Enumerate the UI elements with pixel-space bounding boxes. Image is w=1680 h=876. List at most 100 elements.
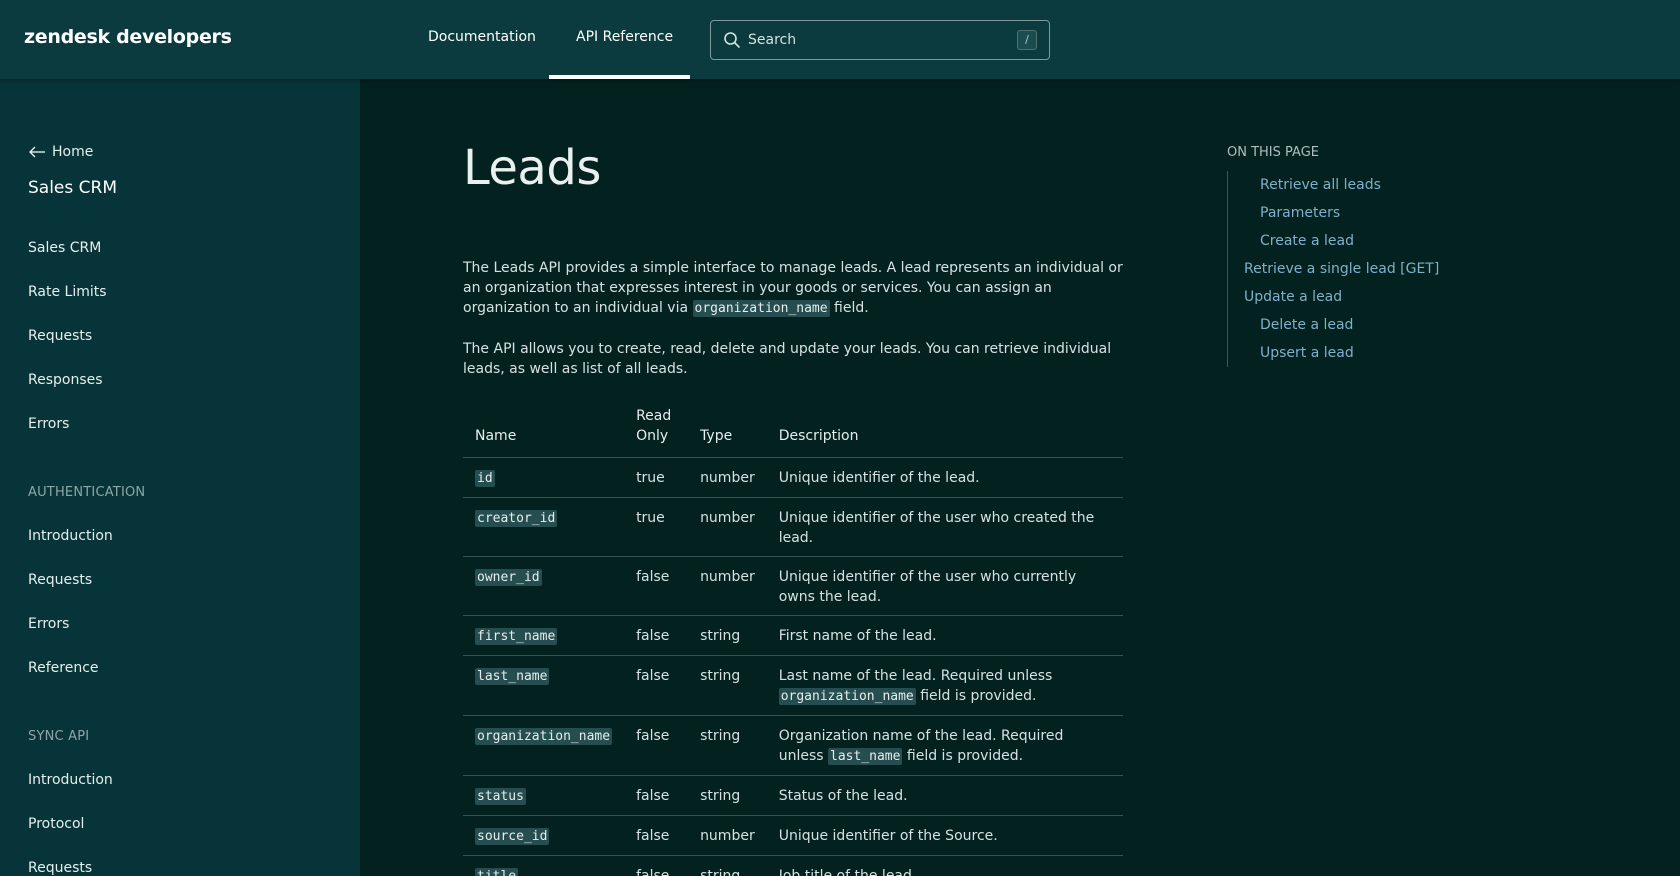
field-name: last_name	[475, 668, 550, 685]
page-title: Leads	[463, 140, 601, 196]
type-cell: string	[688, 855, 767, 876]
field-name-cell: creator_id	[463, 497, 625, 557]
description-cell: Organization name of the lead. Required …	[766, 715, 1123, 776]
inline-code: organization_name	[692, 300, 830, 317]
read-only-cell: false	[624, 655, 689, 716]
intro-paragraph-2: The API allows you to create, read, dele…	[463, 341, 1112, 377]
description-cell: Unique identifier of the lead.	[766, 457, 1123, 498]
type-cell: number	[688, 815, 767, 856]
description-cell: Unique identifier of the user who create…	[766, 497, 1123, 557]
table-row: id true number Unique identifier of the lea…	[463, 457, 1123, 498]
field-name: id	[475, 470, 495, 487]
column-header-type: Type	[688, 406, 767, 458]
field-name-cell: status	[463, 775, 625, 816]
home-label: Home	[52, 144, 94, 160]
sidebar-item-requests[interactable]: Requests	[28, 328, 92, 344]
sidebar-section-authentication: AUTHENTICATION	[28, 485, 146, 500]
description-text: First name of the lead.	[778, 628, 937, 644]
field-name-cell: source_id	[463, 815, 625, 856]
sidebar-item-auth-errors[interactable]: Errors	[28, 616, 69, 632]
read-only-cell: false	[624, 775, 689, 816]
description-text: Status of the lead.	[778, 788, 908, 804]
field-name: creator_id	[475, 510, 558, 527]
sidebar-item-sales-crm[interactable]: Sales CRM	[28, 240, 101, 256]
field-name-cell: last_name	[463, 655, 625, 716]
column-header-read-only: Read Only	[624, 406, 689, 458]
sidebar-item-errors[interactable]: Errors	[28, 416, 69, 432]
description-cell: First name of the lead.	[766, 615, 1123, 656]
nav-api-reference[interactable]: API Reference	[576, 29, 673, 45]
top-header: zendesk developers Documentation API Ref…	[0, 0, 1680, 79]
field-name: source_id	[475, 828, 550, 845]
description-cell: Unique identifier of the Source.	[766, 815, 1123, 856]
read-only-cell: false	[624, 556, 689, 616]
sidebar-item-auth-requests[interactable]: Requests	[28, 572, 92, 588]
toc-item[interactable]: Create a lead	[1227, 227, 1487, 255]
type-cell: string	[688, 775, 767, 816]
search-shortcut-key: /	[1017, 30, 1037, 50]
table-row: organization_name false string Organization…	[463, 715, 1123, 776]
read-only-cell: false	[624, 615, 689, 656]
read-only-cell: false	[624, 715, 689, 776]
toc-item[interactable]: Delete a lead	[1227, 311, 1487, 339]
read-only-cell: true	[624, 457, 689, 498]
zendesk-developers-logo[interactable]: zendesk developers	[24, 26, 232, 48]
sidebar-item-sync-requests[interactable]: Requests	[28, 860, 92, 876]
toc-item[interactable]: Upsert a lead	[1227, 339, 1487, 367]
field-name: organization_name	[475, 728, 613, 745]
table-row: status false string Status of the lead.	[463, 775, 1123, 816]
table-row: creator_id true number Unique identifier of…	[463, 497, 1123, 557]
field-name-cell: owner_id	[463, 556, 625, 616]
on-this-page-nav: Retrieve all leads Parameters Create a lea…	[1227, 171, 1487, 367]
intro-paragraph: The Leads API provides a simple interfac…	[463, 258, 1125, 319]
search-placeholder: Search	[748, 32, 797, 48]
sidebar-item-responses[interactable]: Responses	[28, 372, 103, 388]
description-text-end: field is provided.	[902, 748, 1024, 764]
read-only-cell: false	[624, 855, 689, 876]
on-this-page-heading: ON THIS PAGE	[1227, 145, 1319, 160]
field-name-cell: first_name	[463, 615, 625, 656]
column-header-description: Description	[766, 406, 1123, 458]
search-icon	[724, 32, 740, 48]
table-row: first_name false string First name of the l…	[463, 615, 1123, 656]
intro-text-end: field.	[829, 300, 869, 316]
sidebar-item-sync-protocol[interactable]: Protocol	[28, 816, 84, 832]
sidebar-item-sync-introduction[interactable]: Introduction	[28, 772, 113, 788]
sidebar-item-auth-introduction[interactable]: Introduction	[28, 528, 113, 544]
nav-documentation[interactable]: Documentation	[428, 29, 536, 45]
sidebar-item-rate-limits[interactable]: Rate Limits	[28, 284, 107, 300]
toc-item[interactable]: Retrieve all leads	[1227, 171, 1487, 199]
table-row: source_id false number Unique identifier of…	[463, 815, 1123, 856]
table-row: last_name false string Last name of the lea…	[463, 655, 1123, 716]
read-only-header-text: Read Only	[636, 408, 672, 444]
column-header-name: Name	[463, 406, 625, 458]
sidebar: Home Sales CRM Sales CRM Rate Limits Req…	[0, 79, 360, 876]
arrow-left-icon	[29, 146, 45, 158]
toc-item[interactable]: Update a lead	[1227, 283, 1487, 311]
inline-code: last_name	[828, 748, 903, 765]
toc-item[interactable]: Retrieve a single lead [GET]	[1227, 255, 1487, 283]
search-input[interactable]: Search /	[710, 20, 1050, 60]
toc-item[interactable]: Parameters	[1227, 199, 1487, 227]
home-link[interactable]: Home	[28, 144, 93, 160]
description-cell: Status of the lead.	[766, 775, 1123, 816]
description-text: Job title of the lead.	[778, 868, 917, 876]
table-row: title falsestring Job title of the lead.	[463, 855, 1123, 876]
active-nav-indicator	[549, 75, 690, 79]
field-name: first_name	[475, 628, 558, 645]
field-name: owner_id	[475, 569, 542, 586]
description-cell: Unique identifier of the user who curren…	[766, 556, 1123, 616]
field-name-cell: id	[463, 457, 625, 498]
field-name: title	[475, 868, 519, 876]
description-text: Last name of the lead. Required unless	[778, 668, 1053, 684]
table-header-row: Name Read Only Type Description	[463, 406, 1123, 458]
type-cell: number	[688, 497, 767, 557]
type-cell: string	[688, 715, 767, 776]
sidebar-section-sync-api: SYNC API	[28, 729, 90, 744]
table-row: owner_id false number Unique identifier of …	[463, 556, 1123, 616]
read-only-cell: false	[624, 815, 689, 856]
leads-fields-table: Name Read Only Type Description id true nu…	[463, 406, 1123, 876]
description-cell: Last name of the lead. Required unless o…	[766, 655, 1123, 716]
sidebar-title: Sales CRM	[28, 178, 118, 198]
sidebar-item-auth-reference[interactable]: Reference	[28, 660, 99, 676]
